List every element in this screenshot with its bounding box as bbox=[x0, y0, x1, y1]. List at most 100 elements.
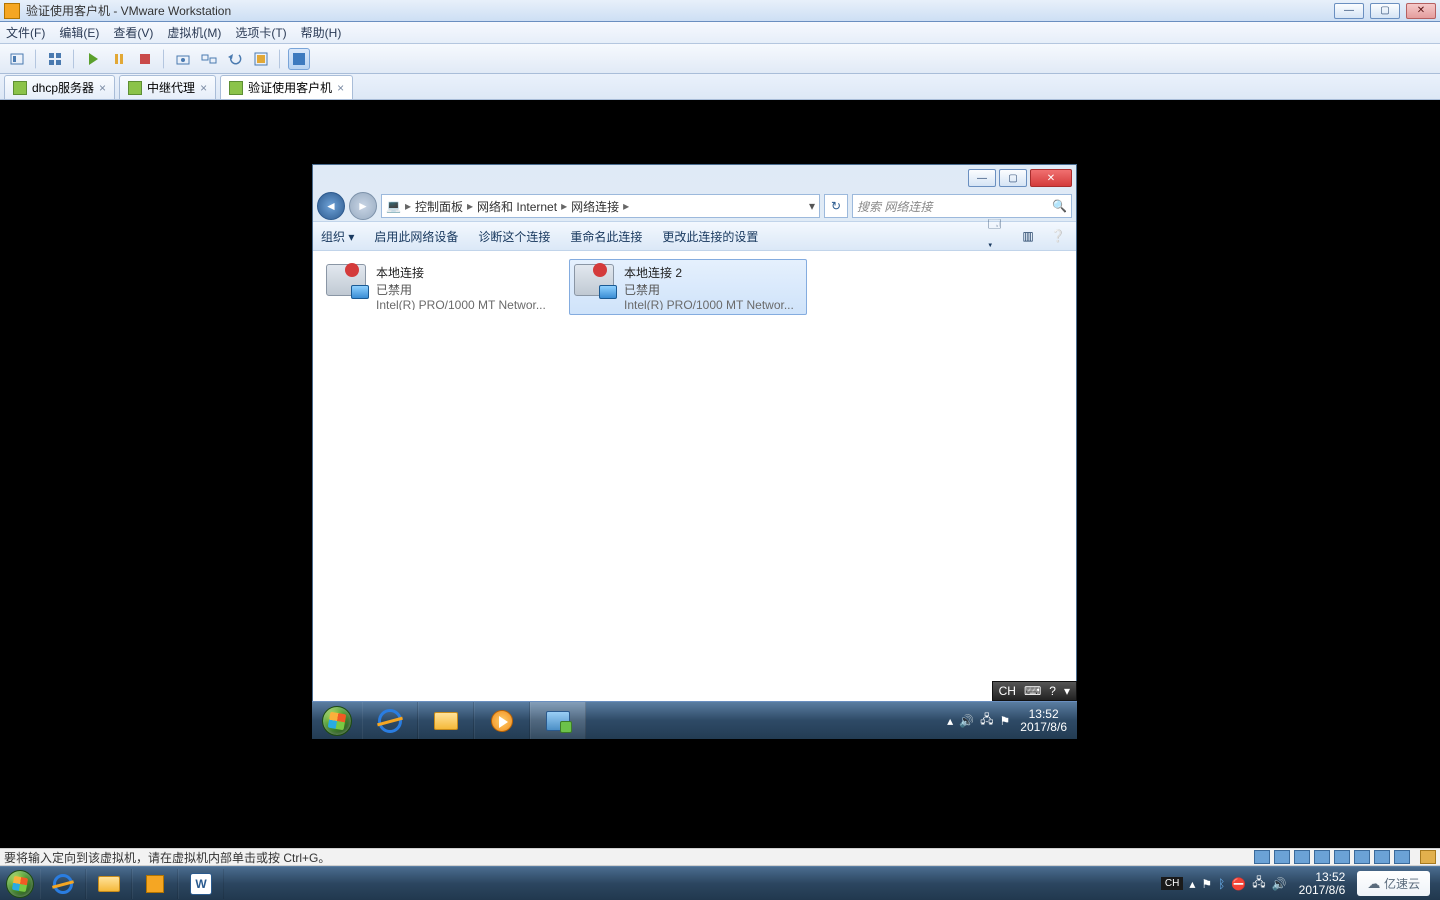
enable-device-button[interactable]: 启用此网络设备 bbox=[374, 228, 458, 245]
connections-list[interactable]: 本地连接 已禁用 Intel(R) PRO/1000 MT Networ... … bbox=[313, 251, 1076, 738]
minimize-button[interactable]: — bbox=[1334, 3, 1364, 19]
close-button[interactable]: ✕ bbox=[1030, 169, 1072, 187]
menu-view[interactable]: 查看(V) bbox=[113, 24, 153, 41]
suspend-icon[interactable] bbox=[108, 48, 130, 70]
vm-tab-icon bbox=[229, 81, 243, 95]
address-dropdown-icon[interactable]: ▾ bbox=[809, 199, 815, 213]
ime-keyboard-icon[interactable]: ⌨ bbox=[1024, 684, 1041, 698]
start-button[interactable] bbox=[312, 706, 362, 736]
organize-button[interactable]: 组织 ▾ bbox=[321, 228, 354, 245]
host-taskbar-explorer[interactable] bbox=[86, 869, 132, 899]
search-placeholder: 搜索 网络连接 bbox=[857, 198, 932, 215]
rename-button[interactable]: 重命名此连接 bbox=[570, 228, 642, 245]
chevron-right-icon[interactable]: ▸ bbox=[467, 199, 473, 213]
search-icon[interactable]: 🔍 bbox=[1052, 199, 1067, 213]
display-icon[interactable] bbox=[1420, 850, 1436, 864]
change-settings-button[interactable]: 更改此连接的设置 bbox=[662, 228, 758, 245]
chevron-right-icon[interactable]: ▸ bbox=[623, 199, 629, 213]
floppy-icon[interactable] bbox=[1294, 850, 1310, 864]
close-icon[interactable]: × bbox=[99, 81, 106, 95]
bluetooth-icon[interactable]: ᛒ bbox=[1218, 877, 1225, 891]
chevron-right-icon[interactable]: ▸ bbox=[405, 199, 411, 213]
vmware-menubar: 文件(F) 编辑(E) 查看(V) 虚拟机(M) 选项卡(T) 帮助(H) bbox=[0, 22, 1440, 44]
sound-icon[interactable] bbox=[1374, 850, 1390, 864]
printer-icon[interactable] bbox=[1394, 850, 1410, 864]
vm-tab-dhcp[interactable]: dhcp服务器 × bbox=[4, 75, 115, 99]
hdd-icon[interactable] bbox=[1254, 850, 1270, 864]
host-taskbar-word[interactable]: W bbox=[178, 869, 224, 899]
action-center-icon[interactable]: ⚑ bbox=[1000, 714, 1011, 728]
forward-button[interactable]: ► bbox=[349, 192, 377, 220]
watermark-logo: ☁ 亿速云 bbox=[1357, 871, 1430, 896]
close-icon[interactable]: × bbox=[200, 81, 207, 95]
close-button[interactable]: ✕ bbox=[1406, 3, 1436, 19]
close-icon[interactable]: × bbox=[337, 81, 344, 95]
maximize-button[interactable]: ▢ bbox=[999, 169, 1027, 187]
tray-expand-icon[interactable]: ▴ bbox=[947, 714, 953, 728]
taskbar-ie[interactable] bbox=[362, 702, 418, 739]
search-input[interactable]: 搜索 网络连接 🔍 bbox=[852, 194, 1072, 218]
ime-options-icon[interactable]: ▾ bbox=[1064, 684, 1070, 698]
fullscreen-icon[interactable] bbox=[288, 48, 310, 70]
menu-file[interactable]: 文件(F) bbox=[6, 24, 45, 41]
network-tray-icon[interactable]: 🖧 bbox=[1252, 873, 1265, 894]
menu-vm[interactable]: 虚拟机(M) bbox=[167, 24, 221, 41]
ime-help-icon[interactable]: ? bbox=[1049, 684, 1056, 698]
maximize-button[interactable]: ▢ bbox=[1370, 3, 1400, 19]
taskbar-network-connections[interactable] bbox=[530, 702, 586, 739]
revert-icon[interactable] bbox=[224, 48, 246, 70]
vm-guest-display[interactable]: — ▢ ✕ ◄ ► 💻 ▸ 控制面板 ▸ 网络和 Internet ▸ 网络连接… bbox=[0, 100, 1440, 848]
vm-tab-icon bbox=[13, 81, 27, 95]
menu-help[interactable]: 帮助(H) bbox=[301, 24, 342, 41]
host-clock[interactable]: 13:52 2017/8/6 bbox=[1293, 871, 1352, 897]
help-icon[interactable]: ❔ bbox=[1048, 227, 1068, 245]
menu-tabs[interactable]: 选项卡(T) bbox=[235, 24, 286, 41]
network-connection-item[interactable]: 本地连接 已禁用 Intel(R) PRO/1000 MT Networ... bbox=[321, 259, 559, 315]
vm-tabs: dhcp服务器 × 中继代理 × 验证使用客户机 × bbox=[0, 74, 1440, 100]
taskbar-wmp[interactable] bbox=[474, 702, 530, 739]
host-taskbar-ie[interactable] bbox=[40, 869, 86, 899]
breadcrumb-item[interactable]: 网络连接 bbox=[571, 198, 619, 215]
breadcrumb-item[interactable]: 网络和 Internet bbox=[477, 198, 557, 215]
view-options-icon[interactable]: 🗔 ▾ bbox=[988, 227, 1008, 245]
tray-expand-icon[interactable]: ▴ bbox=[1189, 877, 1195, 891]
minimize-button[interactable]: — bbox=[968, 169, 996, 187]
host-start-button[interactable] bbox=[0, 869, 40, 899]
action-center-icon[interactable]: ⚑ bbox=[1201, 877, 1212, 891]
network-adapter-icon[interactable] bbox=[1314, 850, 1330, 864]
language-bar[interactable]: CH ⌨ ? ▾ bbox=[992, 681, 1077, 701]
network-tray-icon[interactable]: 🖧 bbox=[980, 710, 993, 731]
network-connection-item[interactable]: 本地连接 2 已禁用 Intel(R) PRO/1000 MT Networ..… bbox=[569, 259, 807, 315]
snapshot-manager-icon[interactable] bbox=[198, 48, 220, 70]
vm-tab-relay[interactable]: 中继代理 × bbox=[119, 75, 216, 99]
host-taskbar-vmware[interactable] bbox=[132, 869, 178, 899]
vmware-icon bbox=[4, 3, 20, 19]
preview-pane-icon[interactable]: ▥ bbox=[1018, 227, 1038, 245]
network-adapter2-icon[interactable] bbox=[1334, 850, 1350, 864]
taskbar-explorer[interactable] bbox=[418, 702, 474, 739]
back-button[interactable]: ◄ bbox=[317, 192, 345, 220]
refresh-button[interactable]: ↻ bbox=[824, 194, 848, 218]
snapshot-icon[interactable] bbox=[172, 48, 194, 70]
host-ime[interactable]: CH bbox=[1161, 877, 1183, 890]
guest-clock[interactable]: 13:52 2017/8/6 bbox=[1016, 708, 1071, 734]
menu-edit[interactable]: 编辑(E) bbox=[59, 24, 99, 41]
breadcrumb[interactable]: 💻 ▸ 控制面板 ▸ 网络和 Internet ▸ 网络连接 ▸ ▾ bbox=[381, 194, 820, 218]
power-on-icon[interactable] bbox=[82, 48, 104, 70]
window-titlebar[interactable]: — ▢ ✕ bbox=[313, 165, 1076, 191]
volume-icon[interactable]: 🔊 bbox=[1272, 877, 1287, 891]
library-icon[interactable] bbox=[6, 48, 28, 70]
stop-icon[interactable]: ⛔ bbox=[1231, 877, 1246, 891]
power-off-icon[interactable] bbox=[134, 48, 156, 70]
vm-tab-validate[interactable]: 验证使用客户机 × bbox=[220, 75, 353, 99]
connection-name: 本地连接 bbox=[376, 264, 546, 281]
usb-icon[interactable] bbox=[1354, 850, 1370, 864]
cd-icon[interactable] bbox=[1274, 850, 1290, 864]
thumbnail-icon[interactable] bbox=[44, 48, 66, 70]
ime-indicator[interactable]: CH bbox=[999, 684, 1016, 698]
unity-icon[interactable] bbox=[250, 48, 272, 70]
chevron-right-icon[interactable]: ▸ bbox=[561, 199, 567, 213]
volume-icon[interactable]: 🔊 bbox=[959, 714, 974, 728]
diagnose-button[interactable]: 诊断这个连接 bbox=[478, 228, 550, 245]
breadcrumb-item[interactable]: 控制面板 bbox=[415, 198, 463, 215]
